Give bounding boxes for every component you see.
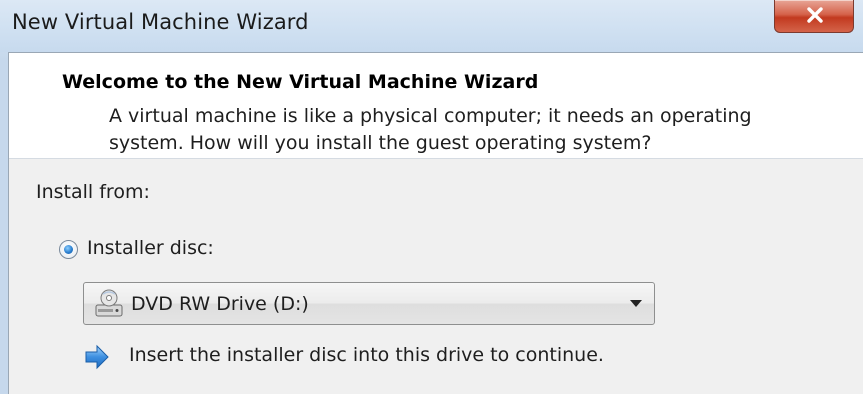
arrow-right-icon: [85, 344, 109, 370]
window-title: New Virtual Machine Wizard: [12, 10, 309, 34]
header-description: A virtual machine is like a physical com…: [109, 105, 752, 154]
header-title: Welcome to the New Virtual Machine Wizar…: [62, 71, 539, 93]
close-icon: [807, 7, 823, 23]
installer-disc-radio[interactable]: [59, 240, 78, 259]
close-button[interactable]: [774, 0, 854, 33]
wizard-client-area: Welcome to the New Virtual Machine Wizar…: [8, 52, 863, 394]
wizard-header: Welcome to the New Virtual Machine Wizar…: [9, 53, 863, 159]
chevron-down-icon: [630, 300, 642, 307]
radio-selected-dot: [64, 245, 73, 254]
title-bar[interactable]: New Virtual Machine Wizard: [0, 0, 863, 52]
drive-select-value: DVD RW Drive (D:): [131, 293, 309, 315]
install-from-label: Install from:: [36, 181, 150, 203]
dvd-drive-icon: [95, 289, 123, 317]
drive-select[interactable]: DVD RW Drive (D:): [83, 282, 655, 325]
installer-disc-label[interactable]: Installer disc:: [87, 237, 214, 259]
wizard-window: New Virtual Machine Wizard Welcome to th…: [0, 0, 863, 394]
insert-disc-hint: Insert the installer disc into this driv…: [129, 344, 604, 366]
